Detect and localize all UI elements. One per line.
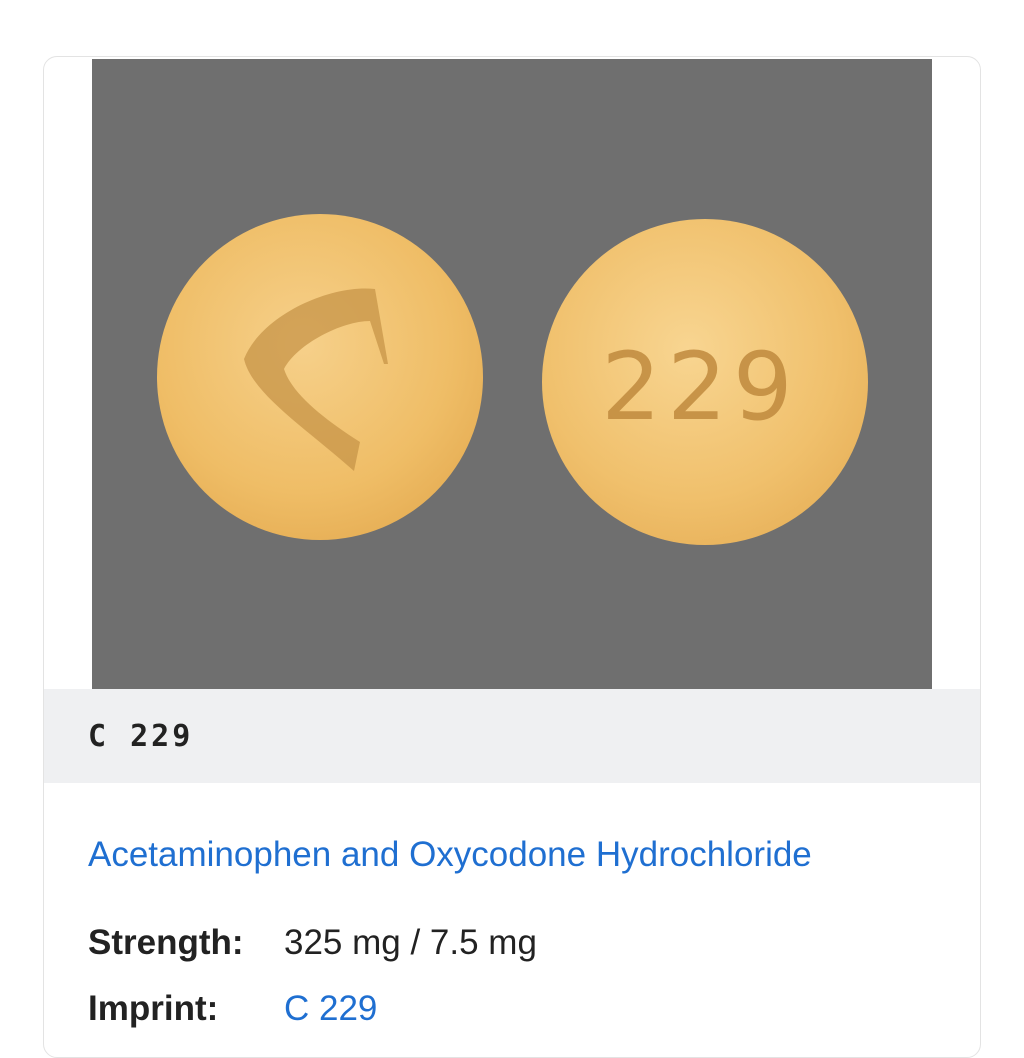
- pill-photo-svg: 229: [92, 59, 932, 689]
- left-pill: [157, 214, 483, 540]
- imprint-code-bar: C 229: [44, 689, 980, 783]
- strength-row: Strength: 325 mg / 7.5 mg: [88, 923, 537, 963]
- imprint-value-link[interactable]: C 229: [284, 989, 377, 1028]
- right-pill: 229: [542, 219, 868, 545]
- pill-result-card[interactable]: 229 C 229 Acetaminophen and Oxycodone Hy…: [43, 56, 981, 1058]
- pill-photo[interactable]: 229: [92, 59, 932, 689]
- drug-name-link[interactable]: Acetaminophen and Oxycodone Hydrochlorid…: [88, 835, 812, 875]
- strength-label: Strength:: [88, 923, 244, 962]
- right-pill-imprint: 229: [601, 333, 798, 442]
- imprint-label: Imprint:: [88, 989, 219, 1028]
- imprint-row: Imprint: C 229: [88, 989, 377, 1029]
- imprint-code: C 229: [88, 718, 194, 754]
- strength-value: 325 mg / 7.5 mg: [284, 923, 537, 962]
